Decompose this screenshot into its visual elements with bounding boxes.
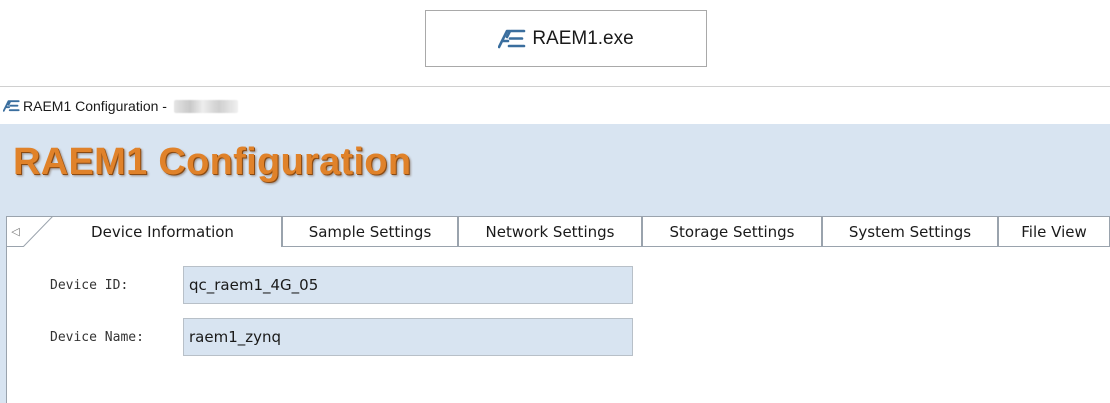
tab-label: Sample Settings — [308, 222, 432, 241]
exe-file-callout[interactable]: RAEM1.exe — [425, 10, 707, 67]
tab-sample-settings[interactable]: Sample Settings — [282, 216, 458, 246]
window-titlebar[interactable]: RAEM1 Configuration - — [0, 86, 1110, 125]
window-title: RAEM1 Configuration - — [23, 98, 171, 114]
tab-network-settings[interactable]: Network Settings — [458, 216, 642, 246]
tab-label: Storage Settings — [669, 222, 795, 241]
page-title: RAEM1 Configuration — [13, 141, 412, 183]
redacted-title-suffix — [173, 99, 238, 113]
tab-label: Network Settings — [485, 222, 615, 241]
chevron-left-icon[interactable]: ◁ — [6, 216, 24, 246]
app-content-area: RAEM1 Configuration ◁ Device Information… — [0, 124, 1110, 403]
device-information-panel: Device ID: Device Name: — [6, 246, 1110, 403]
tab-strip: ◁ Device Information Sample Settings Net… — [6, 216, 1110, 247]
tab-system-settings[interactable]: System Settings — [822, 216, 998, 246]
app-window: RAEM1 Configuration - RAEM1 Configuratio… — [0, 86, 1110, 403]
tab-label: File View — [1021, 222, 1087, 241]
tab-storage-settings[interactable]: Storage Settings — [642, 216, 822, 246]
tab-device-information[interactable]: Device Information — [23, 216, 282, 247]
device-id-label: Device ID: — [50, 278, 129, 293]
tab-file-view[interactable]: File View — [998, 216, 1110, 246]
ae-logo-icon — [3, 100, 20, 112]
device-id-field[interactable] — [183, 266, 633, 304]
tab-label: Device Information — [91, 223, 234, 241]
ae-logo-icon — [498, 29, 526, 49]
device-name-field[interactable] — [183, 318, 633, 356]
device-name-label: Device Name: — [50, 330, 144, 345]
exe-file-name: RAEM1.exe — [532, 27, 634, 49]
tab-label: System Settings — [848, 222, 972, 241]
